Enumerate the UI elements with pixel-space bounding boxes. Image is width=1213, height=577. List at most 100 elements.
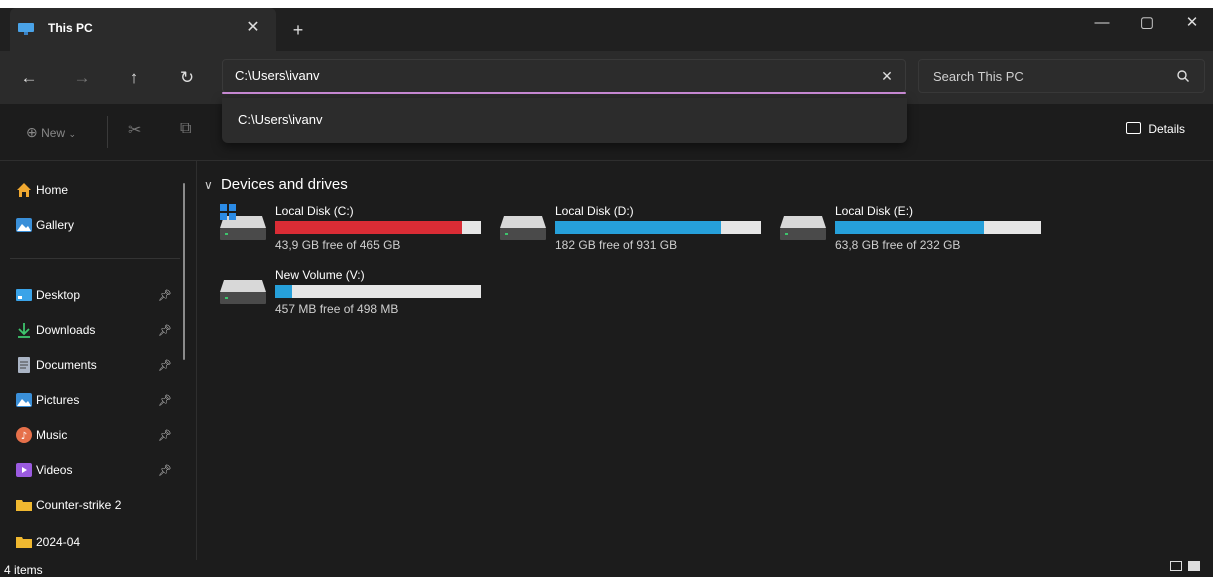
address-suggestions: C:\Users\ivanv: [222, 98, 907, 143]
pin-icon: 📌︎: [158, 290, 172, 302]
drive-usage-fill: [835, 221, 985, 234]
drive-item[interactable]: New Volume (V:) 457 MB free of 498 MB: [220, 268, 490, 328]
pin-icon: 📌︎: [158, 395, 172, 407]
windows-logo-icon: [220, 204, 236, 220]
details-label: Details: [1148, 122, 1186, 136]
command-divider: [107, 116, 108, 148]
sidebar-item-label: Pictures: [36, 393, 80, 407]
videos-icon: [16, 463, 32, 477]
sidebar-item-label: Counter-strike 2: [36, 498, 122, 512]
sidebar-item-2024-04[interactable]: 2024-04: [16, 530, 80, 554]
address-input[interactable]: C:\Users\ivanv: [235, 68, 320, 83]
drive-item[interactable]: Local Disk (D:) 182 GB free of 931 GB: [500, 204, 770, 264]
details-button[interactable]: Details: [1126, 122, 1185, 136]
new-button-label: New: [41, 126, 66, 140]
gallery-icon: [16, 218, 32, 232]
chevron-down-icon: ∨: [204, 178, 213, 192]
desktop-icon: [16, 289, 32, 301]
tab-close-button[interactable]: ✕: [242, 17, 264, 39]
pin-icon: 📌︎: [158, 360, 172, 372]
downloads-icon: [18, 323, 30, 338]
close-window-button[interactable]: ✕: [1170, 8, 1213, 38]
drive-space: 457 MB free of 498 MB: [275, 302, 399, 316]
refresh-button[interactable]: ↻: [173, 64, 201, 92]
drive-usage-bar: [555, 221, 761, 234]
sidebar-item-music[interactable]: ♪ Music: [16, 423, 68, 447]
hard-drive-icon: [780, 216, 826, 240]
search-icon[interactable]: [1176, 69, 1190, 83]
sidebar-item-label: Home: [36, 183, 69, 197]
hard-drive-icon: [220, 280, 266, 304]
drive-item[interactable]: Local Disk (C:) 43,9 GB free of 465 GB: [220, 204, 490, 264]
drive-name: Local Disk (E:): [835, 204, 914, 218]
sidebar-item-label: Gallery: [36, 218, 75, 232]
tab-this-pc[interactable]: This PC ✕: [10, 8, 276, 51]
search-input[interactable]: Search This PC: [933, 69, 1024, 84]
sidebar-item-gallery[interactable]: Gallery: [16, 213, 75, 237]
tab-title: This PC: [48, 21, 93, 35]
sidebar-item-videos[interactable]: Videos: [16, 458, 73, 482]
sidebar-item-downloads[interactable]: Downloads: [18, 318, 96, 342]
maximize-button[interactable]: ▢: [1125, 8, 1169, 38]
forward-button[interactable]: →: [68, 64, 96, 92]
cut-icon[interactable]: ✂: [128, 120, 141, 140]
sidebar-item-pictures[interactable]: Pictures: [16, 388, 80, 412]
search-box[interactable]: Search This PC: [918, 59, 1205, 93]
status-bar: [0, 560, 1213, 574]
back-button[interactable]: ←: [15, 64, 43, 92]
add-circle-icon: ⊕: [26, 124, 38, 140]
drive-space: 43,9 GB free of 465 GB: [275, 238, 401, 252]
drive-usage-fill: [275, 221, 462, 234]
up-button[interactable]: ↑: [120, 64, 148, 92]
documents-icon: [18, 357, 30, 373]
sidebar-item-counter-strike-2[interactable]: Counter-strike 2: [16, 493, 122, 517]
drive-usage-bar: [835, 221, 1041, 234]
sidebar-item-home[interactable]: Home: [17, 178, 69, 202]
details-view-icon[interactable]: [1170, 561, 1182, 571]
folder-icon: [16, 537, 32, 548]
drive-name: Local Disk (C:): [275, 204, 354, 218]
sidebar-item-label: Videos: [36, 463, 73, 477]
group-header-devices-and-drives[interactable]: ∨ Devices and drives: [204, 176, 348, 193]
clear-address-button[interactable]: ✕: [877, 66, 897, 86]
address-focus-underline: [222, 92, 906, 94]
sidebar-scrollbar[interactable]: [183, 183, 185, 360]
drive-usage-fill: [555, 221, 721, 234]
screen-top-strip: [0, 0, 1213, 8]
new-button[interactable]: ⊕ New ⌄: [26, 124, 76, 141]
pin-icon: 📌︎: [158, 430, 172, 442]
sidebar-item-label: Documents: [36, 358, 97, 372]
chevron-down-icon: ⌄: [68, 129, 76, 139]
sidebar-item-documents[interactable]: Documents: [18, 353, 97, 377]
sidebar-item-desktop[interactable]: Desktop: [16, 283, 81, 307]
sidebar-item-label: Music: [36, 428, 68, 442]
tiles-view-icon[interactable]: [1188, 561, 1200, 571]
pictures-icon: [16, 393, 32, 407]
svg-text:♪: ♪: [21, 431, 27, 442]
pin-icon: 📌︎: [158, 325, 172, 337]
drive-name: New Volume (V:): [275, 268, 365, 282]
drive-usage-bar: [275, 221, 481, 234]
monitor-icon: [18, 23, 34, 35]
sidebar-item-label: Downloads: [36, 323, 96, 337]
drive-space: 182 GB free of 931 GB: [555, 238, 678, 252]
drive-space: 63,8 GB free of 232 GB: [835, 238, 961, 252]
sidebar-item-label: Desktop: [36, 288, 81, 302]
copy-icon[interactable]: ⧉: [180, 120, 191, 138]
new-tab-button[interactable]: +: [286, 18, 310, 42]
minimize-button[interactable]: —: [1080, 8, 1124, 38]
folder-icon: [16, 500, 32, 511]
hard-drive-icon: [500, 216, 546, 240]
music-icon: ♪: [16, 427, 32, 443]
details-pane-icon: [1126, 122, 1141, 134]
drive-name: Local Disk (D:): [555, 204, 634, 218]
pin-icon: 📌︎: [158, 465, 172, 477]
item-count: 4 items: [4, 563, 43, 577]
address-bar[interactable]: C:\Users\ivanv ✕: [222, 59, 906, 93]
drive-usage-bar: [275, 285, 481, 298]
sidebar-divider: [10, 258, 180, 259]
drive-item[interactable]: Local Disk (E:) 63,8 GB free of 232 GB: [780, 204, 1050, 264]
suggestion-item[interactable]: C:\Users\ivanv: [238, 112, 323, 127]
home-icon: [17, 183, 31, 197]
drive-usage-fill: [275, 285, 292, 298]
